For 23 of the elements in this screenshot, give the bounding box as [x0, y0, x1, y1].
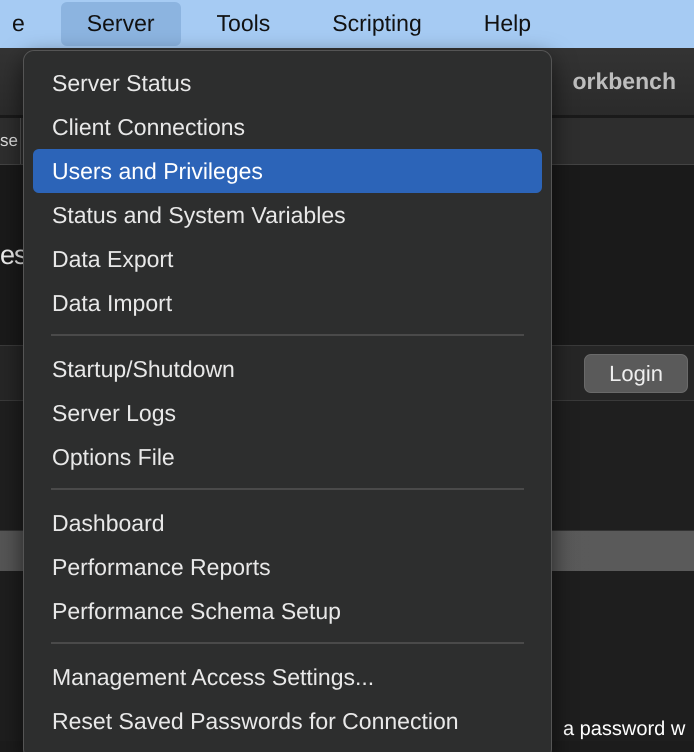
menu-item[interactable]: Server Status [33, 61, 542, 105]
menu-item[interactable]: Data Import [33, 281, 542, 325]
window-title: orkbench [572, 67, 676, 96]
menu-item[interactable]: Performance Reports [33, 545, 542, 589]
menu-item[interactable]: Dashboard [33, 501, 542, 545]
menu-item[interactable]: Startup/Shutdown [33, 347, 542, 391]
menu-item[interactable]: Performance Schema Setup [33, 589, 542, 633]
menu-item[interactable]: Users and Privileges [33, 149, 542, 193]
menu-bar-item[interactable]: Scripting [306, 2, 448, 46]
menu-item[interactable]: Management Access Settings... [33, 655, 542, 699]
menu-item[interactable]: Data Export [33, 237, 542, 281]
menu-bar-item[interactable]: e [0, 2, 51, 46]
tab[interactable]: se [0, 118, 21, 164]
login-button[interactable]: Login [584, 354, 688, 392]
menu-bar-item[interactable]: Server [60, 2, 181, 46]
description-text: a password w [563, 717, 686, 741]
menu-item[interactable]: Client Connections [33, 105, 542, 149]
menu-bar-item[interactable]: Help [458, 2, 558, 46]
menu-item[interactable]: Options File [33, 435, 542, 479]
menu-bar-item[interactable]: Tools [190, 2, 296, 46]
menu-item[interactable]: Status and System Variables [33, 193, 542, 237]
menu-item[interactable]: Reset Saved Passwords for Connection [33, 699, 542, 743]
menu-item[interactable]: Server Logs [33, 391, 542, 435]
